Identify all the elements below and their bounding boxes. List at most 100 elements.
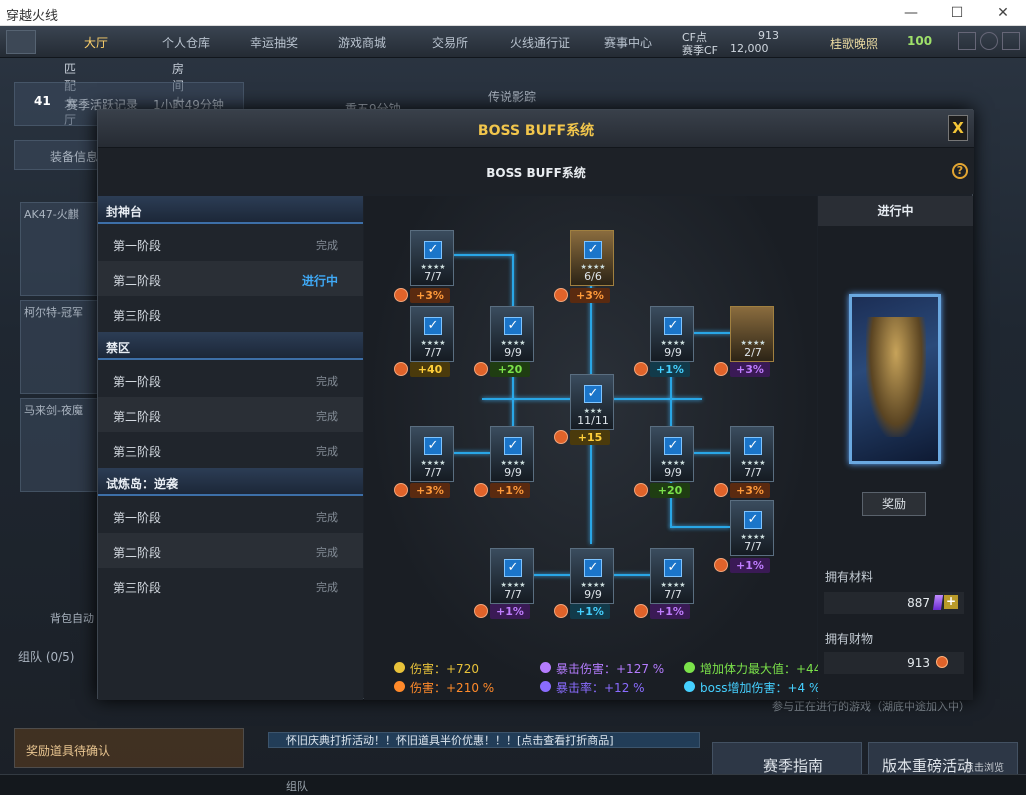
modal-subtitle: BOSS BUFF系统 [486,166,586,180]
check-icon: ✓ [744,437,762,455]
buff-node[interactable]: ✓ ★★★★ 9/9 [490,306,534,362]
node-count: 9/9 [504,346,522,359]
check-icon: ✓ [504,437,522,455]
tab-pass[interactable]: 火线通行证 [510,34,570,51]
node-bonus: +3% [714,362,774,377]
stage-item[interactable]: 第一阶段 完成 [98,498,363,533]
buff-node[interactable]: ★★★★ 2/7 [730,306,774,362]
modal-subheader: BOSS BUFF系统 ? [98,148,974,194]
stage-name: 第三阶段 [113,445,162,459]
stat-boss-damage: boss增加伤害：+4 % [684,679,834,695]
buff-node[interactable]: ✓ ★★★★ 9/9 [570,548,614,604]
check-icon: ✓ [584,241,602,259]
stat-damage-flat: 伤害：+720 [394,660,534,676]
node-bonus: +1% [474,483,534,498]
group-header-fengshentai[interactable]: 封神台 [98,196,363,224]
check-icon: ✓ [424,437,442,455]
return-icon[interactable] [958,32,976,50]
game-client: 大厅 个人仓库 幸运抽奖 游戏商城 交易所 火线通行证 赛事中心 CF点 913… [0,26,1026,795]
close-window-button[interactable]: ✕ [980,0,1026,26]
tab-warehouse[interactable]: 个人仓库 [162,34,210,51]
node-count: 6/6 [584,270,602,283]
group-header-jinqu[interactable]: 禁区 [98,332,363,360]
bullet-icon [394,662,405,673]
equip-info-label: 装备信息 [50,150,99,164]
minimize-button[interactable]: — [888,0,934,26]
tab-events[interactable]: 赛事中心 [604,34,652,51]
stage-item[interactable]: 第三阶段 完成 [98,432,363,467]
node-count: 7/7 [504,588,522,601]
buff-node[interactable]: ✓ ★★★★ 9/9 [490,426,534,482]
node-bonus: +15 [554,430,614,445]
tab-exchange[interactable]: 交易所 [432,34,468,51]
player-name[interactable]: 桂歌晚照 [830,35,878,52]
buff-node[interactable]: ✓ ★★★★ 9/9 [650,426,694,482]
node-bonus: +1% [474,604,534,619]
stage-item-active[interactable]: 第二阶段 进行中 [98,261,363,296]
help-icon[interactable]: ? [952,163,968,179]
health-icon [474,362,488,376]
crit-icon [540,662,551,673]
stage-item[interactable]: 第一阶段 完成 [98,362,363,397]
group-name: 封神台 [106,205,143,219]
add-materials-button[interactable]: + [944,595,958,609]
progress-status-title: 进行中 [818,196,973,226]
node-bonus: +3% [394,483,454,498]
node-count: 7/7 [424,346,442,359]
home-icon[interactable] [6,30,36,54]
power-icon[interactable] [1002,32,1020,50]
buff-node[interactable]: ✓ ★★★★ 7/7 [410,230,454,286]
team-count: 组队 (0/5) [18,650,75,664]
stage-name: 第二阶段 [113,410,162,424]
crit-icon [634,604,648,618]
maximize-button[interactable]: ☐ [934,0,980,26]
stage-item[interactable]: 第三阶段 [98,296,363,331]
buff-node[interactable]: ✓ ★★★★ 6/6 [570,230,614,286]
buff-node[interactable]: ✓ ★★★★ 7/7 [730,426,774,482]
window-title: 穿越火线 [6,9,59,24]
team-label: 组队 [286,780,308,793]
node-count: 9/9 [584,588,602,601]
stage-status: 完成 [316,239,338,252]
node-count: 9/9 [664,466,682,479]
flame-icon [394,681,405,692]
currency-box: CF点 913 赛季CF 12,000 [680,28,800,57]
buff-node[interactable]: ✓ ★★★★ 7/7 [410,426,454,482]
node-count: 7/7 [424,466,442,479]
boss-card-image [849,294,941,464]
crit-icon [474,604,488,618]
boss-icon [684,681,695,692]
tab-lobby[interactable]: 大厅 [84,34,108,51]
group-header-shiliandao[interactable]: 试炼岛：逆袭 [98,468,363,496]
wealth-box: 913 [824,652,964,674]
stage-item[interactable]: 第二阶段 完成 [98,397,363,432]
group-name: 禁区 [106,341,131,355]
gear-icon[interactable] [980,32,998,50]
reward-button[interactable]: 奖励 [862,492,926,516]
stat-crit-rate: 暴击率：+12 % [540,679,680,695]
buff-node[interactable]: ✓ ★★★★ 7/7 [650,548,694,604]
buff-node[interactable]: ✓ ★★★★ 7/7 [410,306,454,362]
node-count: 7/7 [664,588,682,601]
node-count: 11/11 [577,414,609,427]
bullet-icon [554,430,568,444]
stage-item[interactable]: 第二阶段 完成 [98,533,363,568]
stage-item[interactable]: 第一阶段 完成 [98,226,363,261]
buff-stats-summary: 伤害：+720 暴击伤害：+127 % 增加体力最大值：+440 伤害：+210… [394,656,829,696]
tab-shop[interactable]: 游戏商城 [338,34,386,51]
stage-name: 第一阶段 [113,375,162,389]
buff-node[interactable]: ✓ ★★★★ 7/7 [490,548,534,604]
stat-max-health: 增加体力最大值：+440 [684,660,834,676]
stage-item[interactable]: 第三阶段 完成 [98,568,363,603]
legend-shadow: 传说影踪 [488,90,537,104]
buff-node[interactable]: ✓ ★★★★ 7/7 [730,500,774,556]
weapon-2-name: 柯尔特-冠军 [24,306,83,319]
tab-lucky-draw[interactable]: 幸运抽奖 [250,34,298,51]
buff-node[interactable]: ✓ ★★★★ 9/9 [650,306,694,362]
boss-buff-modal: BOSS BUFF系统 X BOSS BUFF系统 ? 封神台 第一阶段 完成 第… [97,109,974,700]
tree-connector [670,526,730,528]
check-icon: ✓ [744,511,762,529]
buff-node[interactable]: ✓ ★★★ 11/11 [570,374,614,430]
close-modal-button[interactable]: X [948,115,968,141]
coin-icon [936,656,948,668]
